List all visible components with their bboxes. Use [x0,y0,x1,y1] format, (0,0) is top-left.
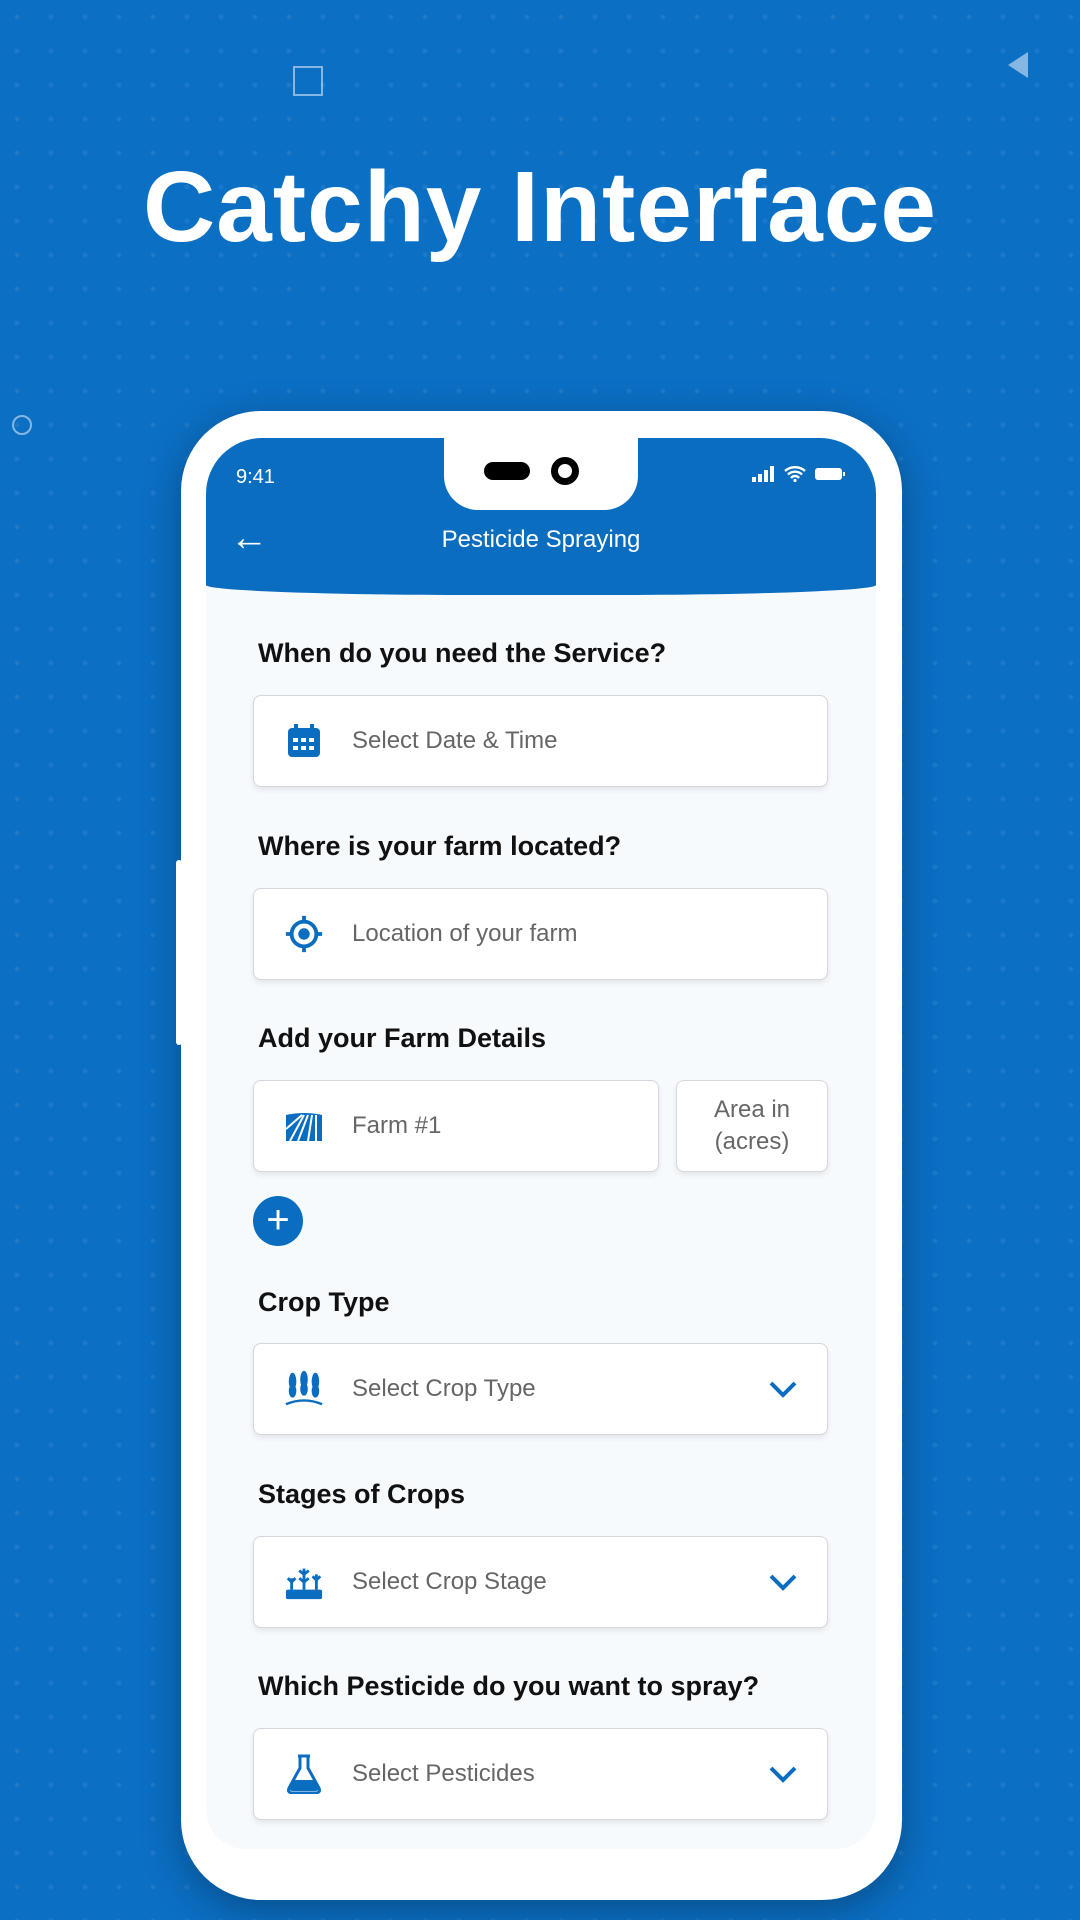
status-time: 9:41 [236,466,275,488]
page-title: Pesticide Spraying [441,526,641,553]
add-farm-button[interactable]: + [253,1196,303,1246]
chevron-down-icon [769,1766,797,1783]
camera [551,457,579,485]
crop-type-placeholder: Select Crop Type [352,1375,536,1402]
farm-details-label: Add your Farm Details [258,1023,547,1053]
date-time-field[interactable]: Select Date & Time [253,695,828,787]
farm-name-placeholder: Farm #1 [352,1112,442,1139]
speaker [484,462,530,480]
signal-icon [752,466,774,482]
phone-side-button [896,660,902,740]
chevron-down-icon [769,1574,797,1591]
triangle-decoration [1008,52,1028,78]
phone-side-button [896,860,902,975]
calendar-icon [284,721,324,761]
farm-name-field[interactable]: Farm #1 [253,1080,659,1172]
location-field[interactable]: Location of your farm [253,888,828,980]
pesticide-label: Which Pesticide do you want to spray? [258,1671,760,1701]
app-bar: 9:41 ← Pesticide Spraying [206,438,876,595]
app-screen: 9:41 ← Pesticide Spraying When do you ne… [206,438,876,1849]
chevron-down-icon [769,1381,797,1398]
status-icons [752,466,846,482]
battery-icon [815,468,845,480]
flask-icon [284,1754,324,1794]
wheat-icon [284,1369,324,1409]
square-decoration [293,66,323,96]
area-acres-field[interactable]: Area in (acres) [676,1080,828,1172]
farm-field-icon [284,1106,324,1146]
crop-type-label: Crop Type [258,1287,390,1317]
area-unit-placeholder: (acres) [714,1128,790,1155]
pesticide-dropdown[interactable]: Select Pesticides [253,1728,828,1820]
phone-side-button [176,860,182,1045]
farm-location-label: Where is your farm located? [258,831,622,861]
area-placeholder: Area in [713,1096,791,1123]
headline: Catchy Interface [142,151,938,263]
wifi-icon [784,466,806,482]
pesticide-placeholder: Select Pesticides [352,1760,535,1787]
circle-decoration [12,415,32,435]
crop-stage-label: Stages of Crops [258,1479,466,1509]
service-time-label: When do you need the Service? [258,638,667,668]
notch [444,438,638,510]
crop-stage-icon [284,1562,324,1602]
date-time-placeholder: Select Date & Time [352,727,558,754]
crop-stage-placeholder: Select Crop Stage [352,1568,547,1595]
crop-type-dropdown[interactable]: Select Crop Type [253,1343,828,1435]
crop-stage-dropdown[interactable]: Select Crop Stage [253,1536,828,1628]
location-placeholder: Location of your farm [352,920,578,947]
location-target-icon [284,914,324,954]
